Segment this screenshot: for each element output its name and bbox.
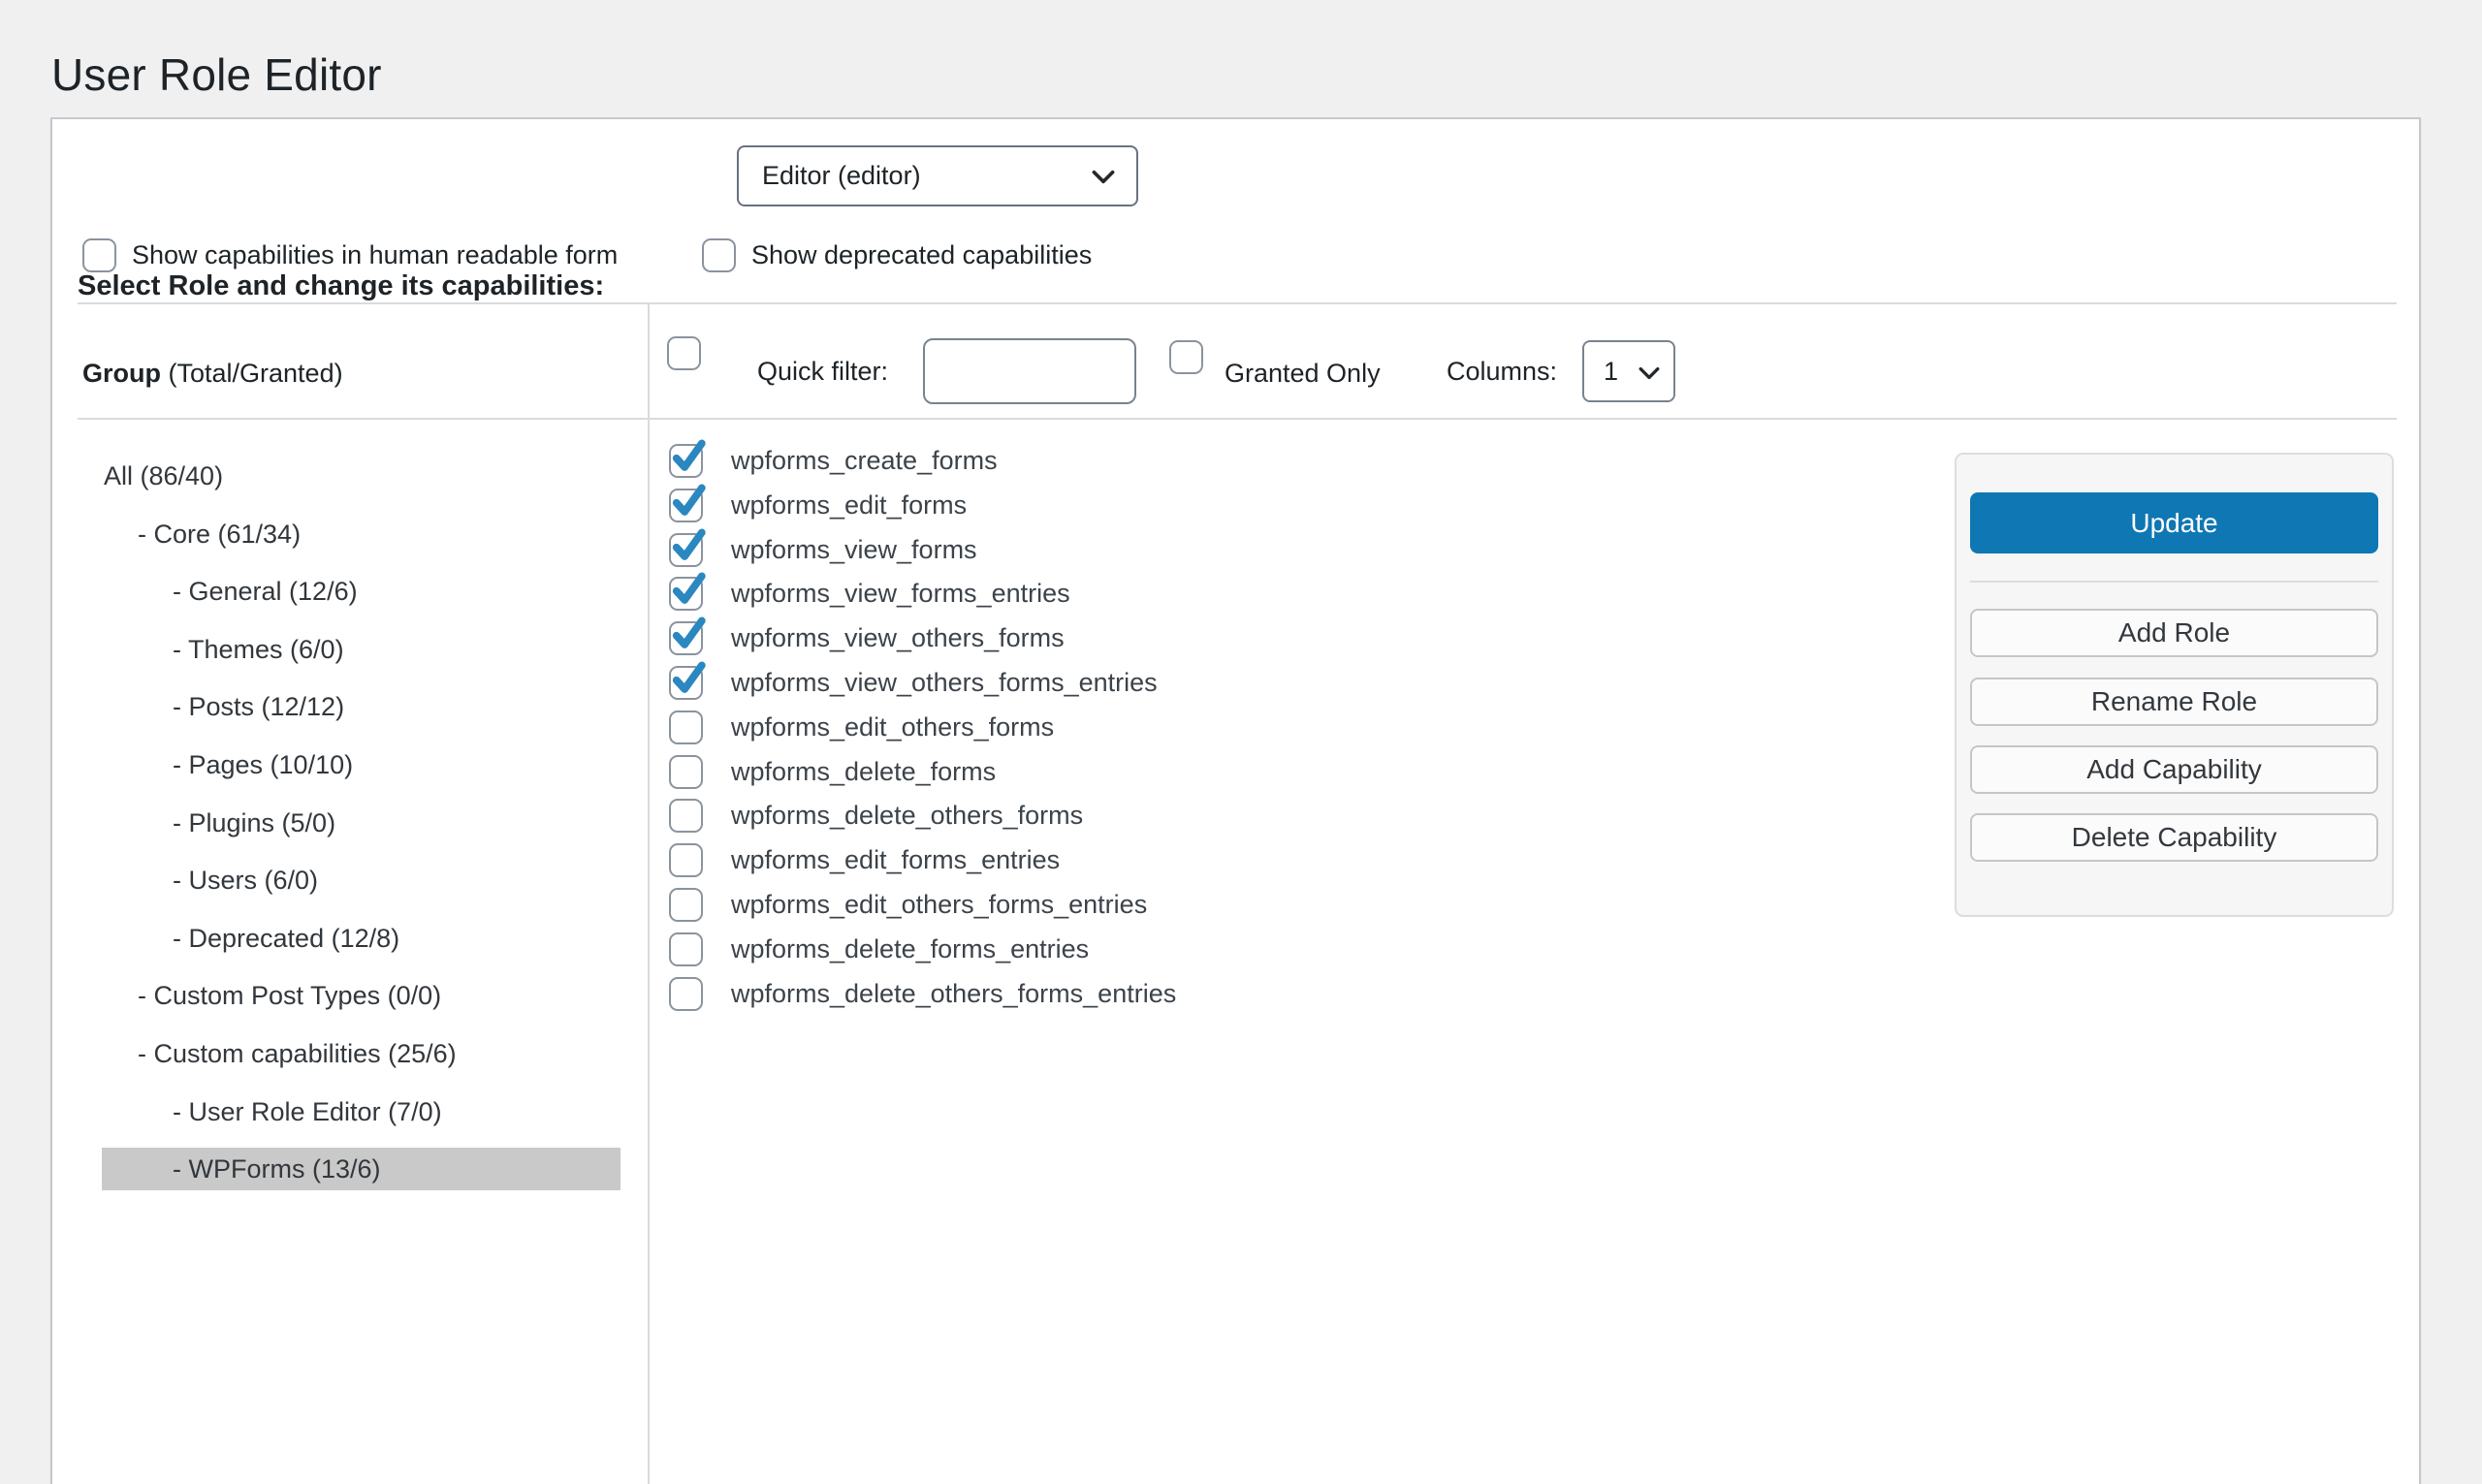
capability-label: wpforms_delete_others_forms_entries [731,979,1176,1009]
granted-only-label: Granted Only [1225,359,1381,389]
capability-label: wpforms_create_forms [731,446,998,476]
group-tree-item[interactable]: - Users (6/0) [102,859,620,901]
capability-label: wpforms_delete_others_forms [731,801,1083,831]
group-tree-item[interactable]: - Posts (12/12) [102,685,620,728]
capability-row: wpforms_view_others_forms_entries [669,660,1158,705]
chevron-down-icon [1092,161,1115,191]
main-panel: Select Role and change its capabilities:… [50,117,2421,1484]
capability-label: wpforms_view_forms [731,535,977,565]
capability-label: wpforms_delete_forms_entries [731,934,1089,964]
capability-checkbox[interactable] [669,621,703,655]
divider-filter [78,418,2397,420]
capability-checkbox[interactable] [669,710,703,744]
quick-filter-checkbox[interactable] [667,336,701,370]
capability-row: wpforms_edit_others_forms [669,705,1054,749]
capability-checkbox[interactable] [669,444,703,478]
capability-label: wpforms_edit_forms_entries [731,845,1060,875]
capability-label: wpforms_delete_forms [731,757,996,787]
divider-top [78,302,2397,304]
capability-row: wpforms_view_others_forms [669,616,1065,660]
deprecated-checkbox[interactable] [702,238,736,272]
capability-checkbox[interactable] [669,843,703,877]
deprecated-option: Show deprecated capabilities [702,238,1092,272]
role-select-value: Editor (editor) [762,161,921,191]
user-role-editor-page: User Role Editor Select Role and change … [0,0,2482,1484]
capability-checkbox[interactable] [669,932,703,966]
capability-row: wpforms_edit_others_forms_entries [669,882,1147,927]
capability-checkbox[interactable] [669,888,703,922]
capability-checkbox[interactable] [669,666,703,700]
group-tree-item[interactable]: - Custom Post Types (0/0) [102,974,620,1017]
capability-checkbox[interactable] [669,533,703,567]
group-tree-item[interactable]: - Plugins (5/0) [102,802,620,844]
add-capability-button[interactable]: Add Capability [1970,745,2378,794]
columns-select[interactable]: 1 [1582,340,1675,402]
human-readable-label: Show capabilities in human readable form [132,240,618,270]
columns-select-value: 1 [1604,357,1618,387]
group-header: Group (Total/Granted) [82,359,343,389]
column-separator [648,304,650,1484]
capability-checkbox[interactable] [669,489,703,522]
select-role-label: Select Role and change its capabilities: [78,270,604,302]
capability-row: wpforms_delete_forms_entries [669,927,1089,971]
capability-row: wpforms_delete_others_forms [669,793,1083,837]
group-tree-item[interactable]: - WPForms (13/6) [102,1148,620,1190]
capability-row: wpforms_view_forms [669,527,977,572]
capability-row: wpforms_edit_forms_entries [669,837,1060,882]
capability-checkbox[interactable] [669,577,703,611]
capability-label: wpforms_edit_forms [731,490,967,521]
capability-row: wpforms_create_forms [669,438,998,483]
role-select[interactable]: Editor (editor) [737,145,1138,206]
action-panel: Update Add Role Rename Role Add Capabili… [1955,453,2394,917]
capability-label: wpforms_view_others_forms_entries [731,668,1158,698]
capability-row: wpforms_view_forms_entries [669,571,1070,616]
chevron-down-icon [1639,357,1660,387]
group-tree-item[interactable]: - Deprecated (12/8) [102,917,620,960]
capability-row: wpforms_delete_forms [669,749,996,794]
group-tree-item[interactable]: - Themes (6/0) [102,628,620,671]
capability-label: wpforms_view_forms_entries [731,579,1070,609]
action-separator [1970,581,2378,583]
quick-filter-input[interactable] [923,338,1136,404]
group-tree-item[interactable]: - Custom capabilities (25/6) [102,1032,620,1075]
delete-capability-button[interactable]: Delete Capability [1970,813,2378,862]
update-button[interactable]: Update [1970,492,2378,553]
group-tree-item[interactable]: - Pages (10/10) [102,743,620,786]
columns-label: Columns: [1447,357,1557,387]
capability-checkbox[interactable] [669,799,703,833]
capability-checkbox[interactable] [669,755,703,789]
quick-filter-label: Quick filter: [757,357,888,387]
group-tree-item[interactable]: All (86/40) [102,455,620,497]
capability-label: wpforms_edit_others_forms_entries [731,890,1147,920]
group-tree-item[interactable]: - General (12/6) [102,570,620,613]
group-tree-item[interactable]: - Core (61/34) [102,513,620,555]
deprecated-label: Show deprecated capabilities [751,240,1092,270]
human-readable-option: Show capabilities in human readable form [82,238,618,272]
capability-checkbox[interactable] [669,977,703,1011]
capability-label: wpforms_view_others_forms [731,623,1065,653]
group-tree-item[interactable]: - User Role Editor (7/0) [102,1090,620,1133]
capability-row: wpforms_delete_others_forms_entries [669,971,1176,1016]
rename-role-button[interactable]: Rename Role [1970,678,2378,726]
human-readable-checkbox[interactable] [82,238,116,272]
page-title: User Role Editor [51,48,382,101]
add-role-button[interactable]: Add Role [1970,609,2378,657]
capability-label: wpforms_edit_others_forms [731,712,1054,742]
granted-only-checkbox[interactable] [1169,340,1203,374]
capability-row: wpforms_edit_forms [669,483,967,527]
